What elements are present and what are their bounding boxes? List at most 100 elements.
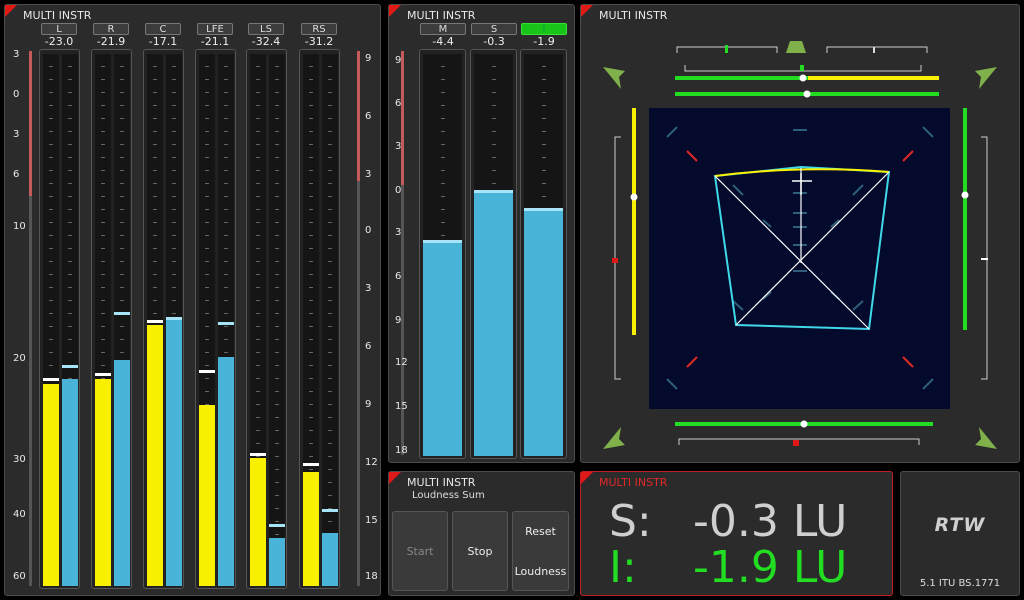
meter-track-left (147, 54, 163, 586)
left-scale-red-zone (29, 51, 32, 196)
scale-tick-label: 9 (365, 53, 372, 64)
rear-left-speaker-icon (603, 427, 625, 449)
channel-value-c: -17.1 (148, 35, 178, 48)
scale-tick-label: 40 (13, 509, 26, 520)
meter-track-right (62, 54, 78, 586)
panel-corner-marker (389, 472, 401, 484)
channel-value-l: -23.0 (44, 35, 74, 48)
channel-label-rs[interactable]: RS (301, 23, 337, 35)
integrated-prefix: I: (609, 542, 637, 593)
right-lu-scale: 9 6 3 0 3 6 9 12 15 18 (361, 49, 379, 589)
meter-level-right (218, 357, 234, 586)
meter-track-right (269, 54, 285, 586)
start-button[interactable]: Start (392, 511, 448, 591)
integrated-value: -1.9 LU (693, 542, 848, 593)
right-scale-red-zone (357, 51, 360, 181)
scale-tick-label: 3 (13, 49, 20, 60)
scale-tick-label: 15 (395, 401, 408, 412)
reset-loudness-button[interactable]: Reset Loudness (512, 511, 569, 591)
panel-corner-marker (5, 5, 17, 17)
loudness-label-m[interactable]: M (420, 23, 466, 35)
meter-peak-hold-right (218, 322, 234, 326)
scale-tick-label: 9 (395, 55, 402, 66)
channel-label-l[interactable]: L (41, 23, 77, 35)
scale-tick-label: 6 (395, 271, 402, 282)
meter-track-right (322, 54, 338, 586)
meter-track (423, 54, 462, 456)
scale-tick-label: 30 (13, 454, 26, 465)
meter-level-right (322, 532, 338, 586)
scale-tick-label: 6 (395, 98, 402, 109)
short-term-value: -0.3 LU (693, 496, 848, 547)
loudness-value-i: -1.9 (533, 35, 555, 48)
scale-tick-label: 10 (13, 221, 26, 232)
channel-meter-ls (246, 49, 287, 589)
channel-label-ls[interactable]: LS (248, 23, 284, 35)
surround-analyzer-graphic (603, 41, 997, 449)
meter-peak-hold (524, 207, 563, 211)
meter-peak-hold (423, 239, 462, 243)
meter-peak-hold-right (114, 311, 130, 315)
scale-tick-label: 0 (13, 89, 20, 100)
vector-scope (649, 108, 950, 409)
meter-level (474, 192, 513, 456)
loudness-bar-panel: MULTI INSTR M -4.4 S -0.3 I -1.9 9 6 3 0 3 6 9 12 15 1… (388, 4, 575, 463)
front-right-speaker-icon (975, 67, 997, 89)
start-button-label: Start (406, 545, 434, 558)
scale-tick-label: 9 (365, 399, 372, 410)
scale-tick-label: 3 (365, 283, 372, 294)
channel-meter-r (91, 49, 132, 589)
scale-tick-label: 9 (395, 315, 402, 326)
scale-tick-label: 3 (13, 129, 20, 140)
meter-peak-hold-left (303, 463, 319, 467)
channel-value-rs: -31.2 (304, 35, 334, 48)
loudness-meter-i (520, 49, 567, 459)
scale-tick-label: 6 (365, 341, 372, 352)
meter-track (474, 54, 513, 456)
rear-right-speaker-icon (975, 427, 997, 449)
front-left-speaker-icon (603, 67, 625, 89)
loudness-label: Loudness (514, 565, 567, 578)
channel-label-c[interactable]: C (145, 23, 181, 35)
meter-level-right (166, 320, 182, 586)
panel-title: MULTI INSTR (407, 476, 476, 489)
scale-tick-label: 20 (13, 353, 26, 364)
stop-button-label: Stop (467, 545, 493, 558)
channel-meter-lfe (195, 49, 236, 589)
loudness-meter-m (419, 49, 466, 459)
surround-analyzer-panel: MULTI INSTR (580, 4, 1020, 463)
meter-level-left (250, 458, 266, 586)
channel-meter-l (39, 49, 80, 589)
scale-tick-label: 6 (365, 111, 372, 122)
loudness-label-s[interactable]: S (471, 23, 517, 35)
brand-panel: RTW 5.1 ITU BS.1771 (900, 471, 1020, 596)
meter-peak-hold-left (199, 370, 215, 374)
loudness-label-i[interactable]: I (521, 23, 567, 35)
meter-track-left (199, 54, 215, 586)
meter-peak-hold-left (147, 319, 163, 323)
meter-peak-hold (474, 189, 513, 193)
channel-label-lfe[interactable]: LFE (197, 23, 233, 35)
left-scale-grey-zone (29, 196, 32, 586)
lu-scale: 9 6 3 0 3 6 9 12 15 18 (389, 49, 408, 459)
meter-peak-hold-right (269, 524, 285, 528)
scale-tick-label: 3 (365, 169, 372, 180)
scale-tick-label: 6 (13, 169, 20, 180)
multichannel-meter-panel: MULTI INSTR L -23.0 R -21.9 C -17.1 LFE -21.1 LS… (4, 4, 381, 596)
standard-label: 5.1 ITU BS.1771 (919, 578, 1001, 589)
meter-track-left (43, 54, 59, 586)
scale-tick-label: 12 (395, 357, 408, 368)
meter-level-right (269, 538, 285, 586)
right-scale-grey-zone (357, 181, 360, 586)
meter-level (524, 210, 563, 456)
channel-label-r[interactable]: R (93, 23, 129, 35)
meter-level-right (114, 359, 130, 586)
panel-corner-marker (389, 5, 401, 17)
meter-peak-hold-right (166, 317, 182, 320)
meter-peak-hold-right (62, 364, 78, 368)
stop-button[interactable]: Stop (452, 511, 508, 591)
meter-track-left (250, 54, 266, 586)
meter-grid (269, 54, 285, 586)
meter-track (524, 54, 563, 456)
meter-track-right (166, 54, 182, 586)
